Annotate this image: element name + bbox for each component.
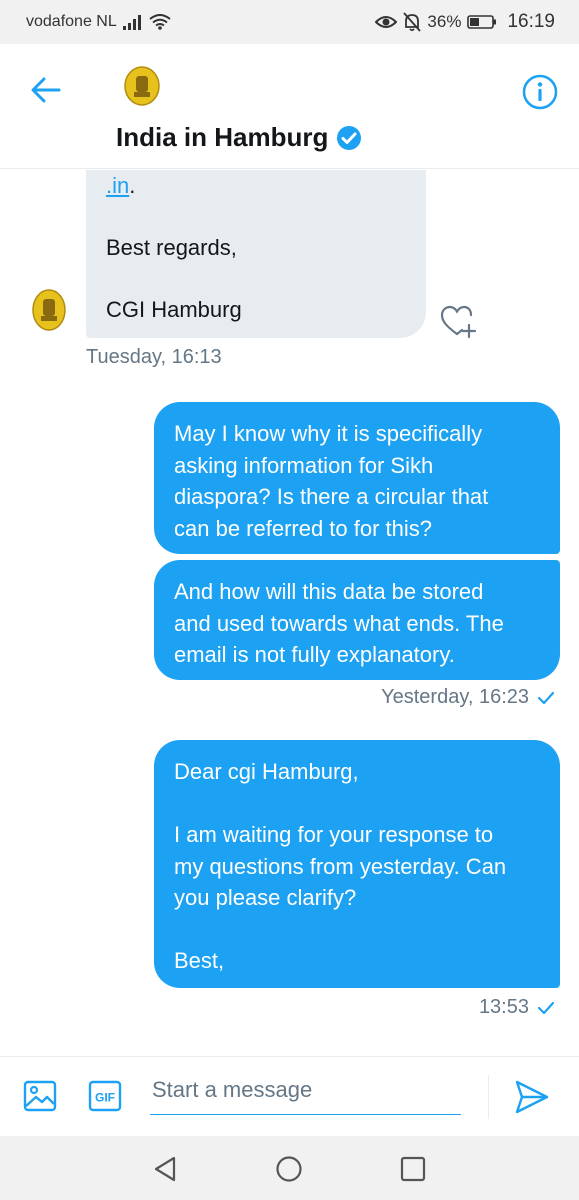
system-nav-bar xyxy=(0,1136,579,1200)
message-line: asking information for Sikh xyxy=(174,452,434,478)
message-composer: GIF xyxy=(0,1056,579,1136)
send-icon[interactable] xyxy=(512,1077,552,1117)
message-line: Best, xyxy=(174,948,225,973)
carrier-label: vodafone NL xyxy=(26,13,117,30)
divider xyxy=(488,1075,489,1119)
message-thread[interactable]: .in. Best regards, CGI Hamburg Tuesday, … xyxy=(0,170,579,1055)
message-line: you please clarify? xyxy=(174,885,357,910)
message-timestamp: Tuesday, 16:13 xyxy=(86,346,222,368)
back-button[interactable] xyxy=(26,72,66,108)
image-icon[interactable] xyxy=(23,1079,57,1113)
message-line: CGI Hamburg xyxy=(106,297,242,322)
gif-label: GIF xyxy=(95,1091,115,1105)
checkmark-icon xyxy=(537,691,555,704)
emblem-avatar[interactable] xyxy=(124,66,160,106)
message-line: May I know why it is specifically xyxy=(174,421,483,446)
incoming-message-bubble[interactable]: .in. Best regards, CGI Hamburg xyxy=(86,170,426,338)
message-link[interactable]: .in xyxy=(106,173,129,198)
message-line: my questions from yesterday. Can xyxy=(174,853,507,879)
message-status: 13:53 xyxy=(479,996,555,1019)
battery-percent: 36% xyxy=(427,12,462,31)
message-status: Yesterday, 16:23 xyxy=(381,686,555,709)
checkmark-icon xyxy=(537,1001,555,1014)
clock: 16:19 xyxy=(507,11,555,32)
mute-bell-icon xyxy=(403,12,422,32)
message-line: can be referred to for this? xyxy=(174,515,433,541)
message-line: And how will this data be stored xyxy=(174,579,484,604)
nav-home-icon[interactable] xyxy=(274,1154,304,1184)
status-right: 36% 16:19 xyxy=(375,11,555,33)
wifi-icon xyxy=(149,14,171,30)
nav-back-icon[interactable] xyxy=(150,1154,180,1184)
message-line: Best regards, xyxy=(106,235,237,260)
outgoing-message-bubble[interactable]: Dear cgi Hamburg, I am waiting for your … xyxy=(154,740,560,988)
outgoing-message-bubble[interactable]: And how will this data be stored and use… xyxy=(154,560,560,680)
battery-icon xyxy=(467,15,497,29)
outgoing-message-bubble[interactable]: May I know why it is specifically asking… xyxy=(154,402,560,554)
message-input[interactable] xyxy=(150,1071,461,1115)
message-line: I am waiting for your response to xyxy=(174,822,494,847)
message-line: and used towards what ends. The xyxy=(174,610,504,636)
message-link-period: . xyxy=(129,173,136,198)
message-line: diaspora? Is there a circular that xyxy=(174,484,489,509)
gif-icon[interactable]: GIF xyxy=(88,1079,122,1113)
heart-plus-icon[interactable] xyxy=(440,304,478,340)
verified-badge-icon xyxy=(337,125,362,150)
page-title: India in Hamburg xyxy=(116,122,362,153)
conversation-header: India in Hamburg xyxy=(0,44,579,169)
message-line: email is not fully explanatory. xyxy=(174,642,455,667)
info-icon[interactable] xyxy=(520,72,560,112)
status-bar: vodafone NL 36% 16:19 xyxy=(0,0,579,44)
status-left: vodafone NL xyxy=(26,13,171,31)
account-name: India in Hamburg xyxy=(116,122,329,152)
eye-icon xyxy=(375,16,398,28)
sender-avatar[interactable] xyxy=(32,288,66,332)
arrow-left-icon xyxy=(31,77,61,103)
message-line: Dear cgi Hamburg, xyxy=(174,759,359,784)
message-timestamp: 13:53 xyxy=(478,996,529,1018)
signal-icon xyxy=(122,15,141,30)
message-timestamp: Yesterday, 16:23 xyxy=(381,686,529,708)
nav-recents-icon[interactable] xyxy=(398,1154,428,1184)
